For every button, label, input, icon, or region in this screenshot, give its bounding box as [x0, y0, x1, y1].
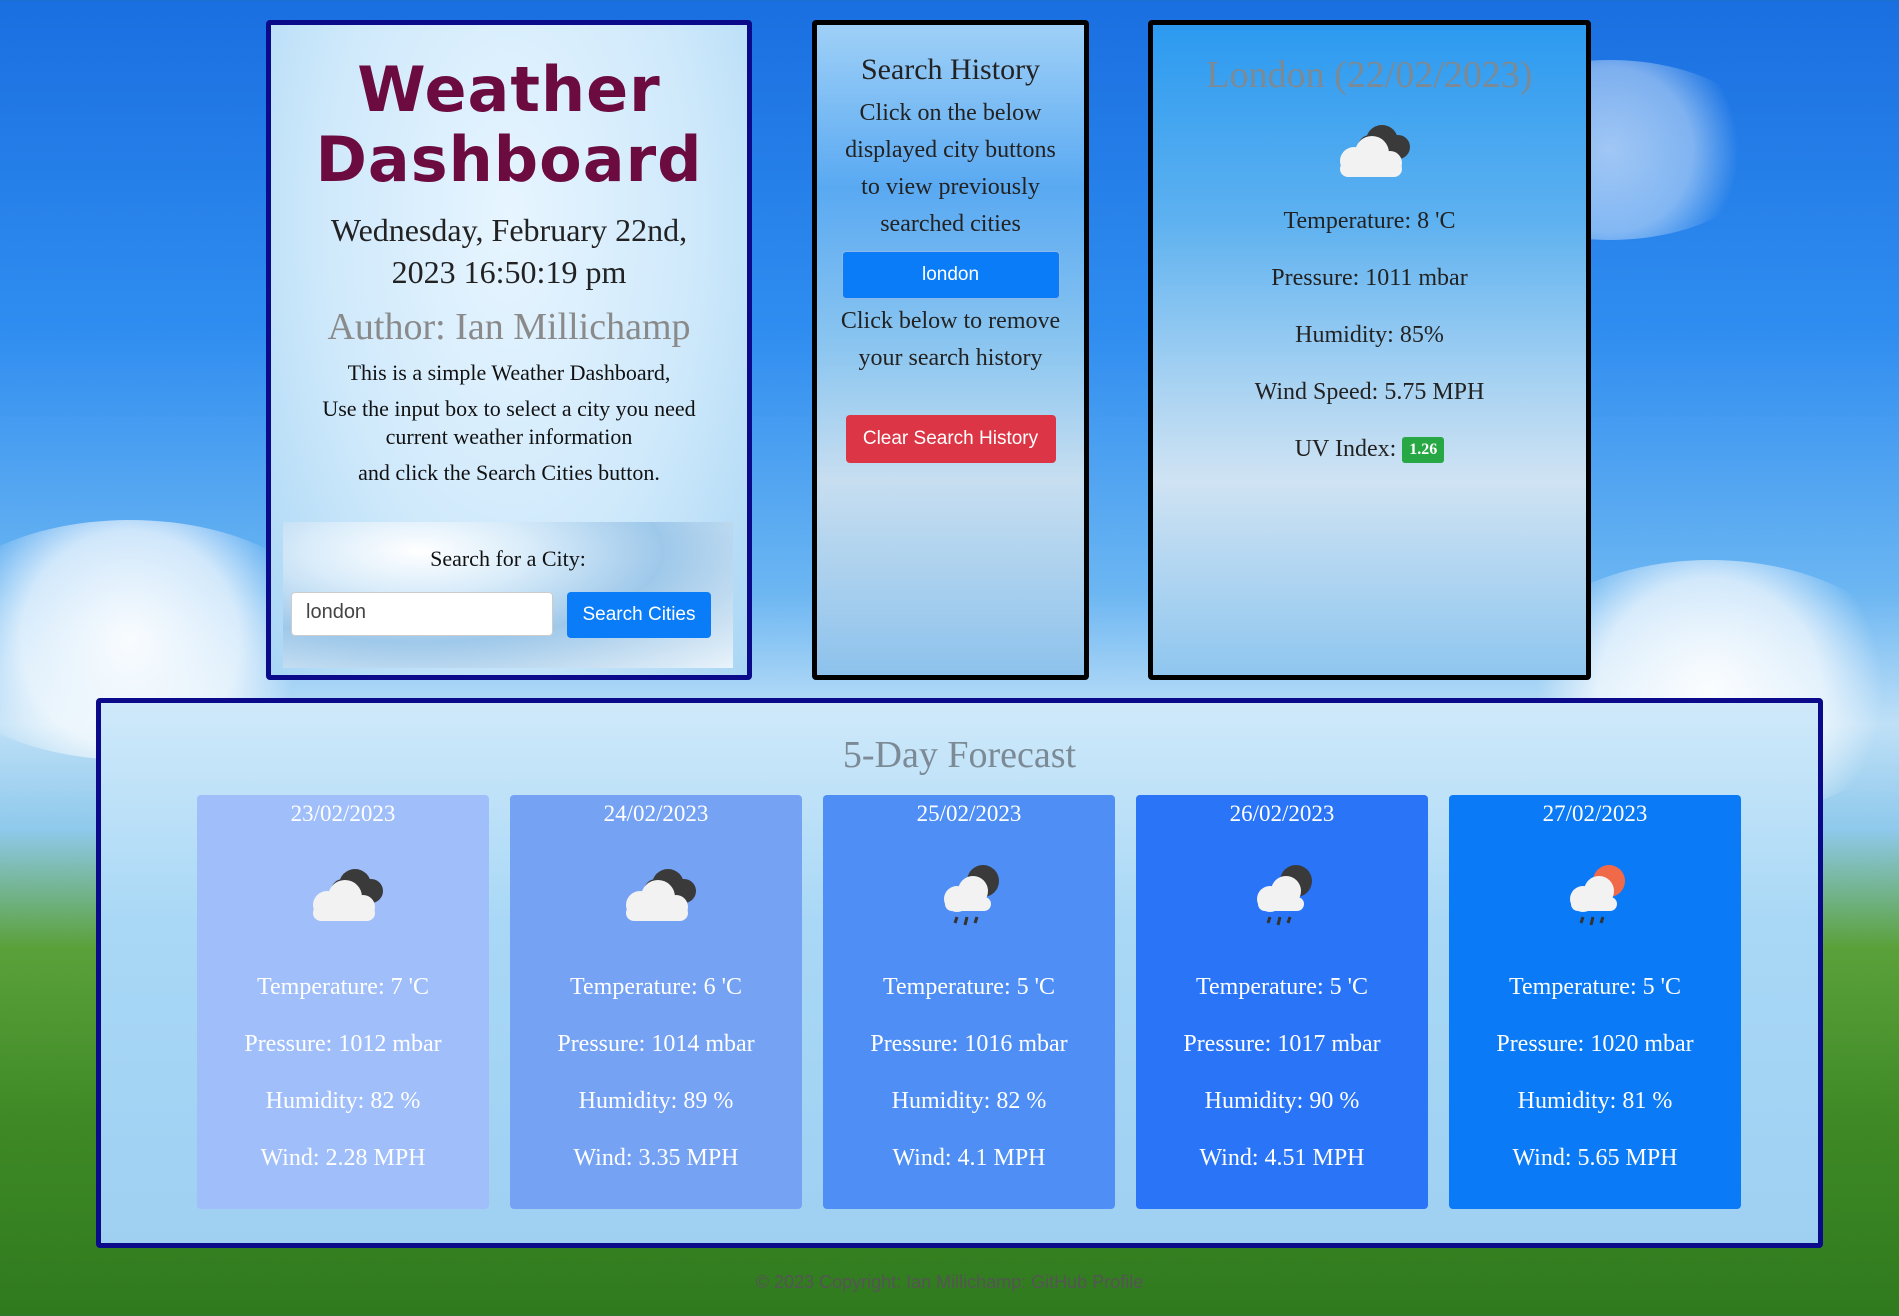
history-city-button[interactable]: london	[841, 251, 1060, 299]
forecast-temperature: Temperature: 5 'C	[1509, 974, 1681, 1000]
forecast-card: 25/02/2023 Temperature: 5 'C Pressure: 1…	[823, 795, 1115, 1209]
uv-badge: 1.26	[1402, 437, 1445, 464]
description-2: Use the input box to select a city you n…	[322, 396, 696, 449]
forecast-humidity: Humidity: 81 %	[1517, 1088, 1673, 1114]
forecast-cards: 23/02/2023 Temperature: 7 'C Pressure: 1…	[197, 795, 1741, 1209]
history-remove-text: Click below to remove your search histor…	[840, 308, 1061, 371]
overcast-clouds-icon	[197, 855, 489, 945]
current-city-title: London (22/02/2023)	[1206, 54, 1533, 96]
date-line-1: Wednesday, February 22nd,	[330, 212, 688, 248]
forecast-wind: Wind: 2.28 MPH	[260, 1145, 426, 1171]
current-pressure: Pressure: 1011 mbar	[1271, 265, 1468, 291]
forecast-date: 27/02/2023	[1542, 801, 1648, 826]
description-3: and click the Search Cities button.	[358, 460, 660, 485]
forecast-card: 26/02/2023 Temperature: 5 'C Pressure: 1…	[1136, 795, 1428, 1209]
forecast-temperature: Temperature: 6 'C	[570, 974, 742, 1000]
uv-label: UV Index:	[1294, 436, 1397, 462]
search-form: Search for a City: london Search Cities	[283, 522, 733, 668]
search-label: Search for a City:	[430, 546, 586, 571]
forecast-humidity: Humidity: 89 %	[578, 1088, 734, 1114]
current-humidity: Humidity: 85%	[1295, 322, 1444, 348]
description-1: This is a simple Weather Dashboard,	[347, 360, 671, 385]
forecast-humidity: Humidity: 90 %	[1204, 1088, 1360, 1114]
current-datetime: Wednesday, February 22nd, 2023 16:50:19 …	[271, 209, 747, 293]
forecast-date: 26/02/2023	[1229, 801, 1335, 826]
current-weather-panel: London (22/02/2023) Temperature: 8 'C Pr…	[1148, 20, 1591, 680]
date-line-2: 2023 16:50:19 pm	[391, 254, 627, 290]
overcast-clouds-icon	[1153, 111, 1586, 191]
forecast-card: 23/02/2023 Temperature: 7 'C Pressure: 1…	[197, 795, 489, 1209]
forecast-pressure: Pressure: 1016 mbar	[870, 1031, 1068, 1057]
search-button[interactable]: Search Cities	[567, 592, 711, 638]
forecast-panel: 5-Day Forecast 23/02/2023 Temperature: 7…	[96, 698, 1823, 1248]
forecast-date: 25/02/2023	[916, 801, 1022, 826]
forecast-wind: Wind: 4.51 MPH	[1199, 1145, 1365, 1171]
forecast-pressure: Pressure: 1012 mbar	[244, 1031, 442, 1057]
current-temperature: Temperature: 8 'C	[1283, 208, 1456, 234]
search-input[interactable]: london	[291, 592, 553, 636]
rain-sun-icon	[1449, 855, 1741, 945]
forecast-wind: Wind: 3.35 MPH	[573, 1145, 739, 1171]
forecast-title: 5-Day Forecast	[842, 734, 1077, 776]
page-title: Weather Dashboard	[271, 55, 747, 195]
forecast-wind: Wind: 4.1 MPH	[892, 1145, 1046, 1171]
forecast-temperature: Temperature: 5 'C	[883, 974, 1055, 1000]
title-line-1: Weather	[357, 53, 661, 126]
history-instructions: Click on the below displayed city button…	[845, 100, 1056, 237]
rain-night-icon	[1136, 855, 1428, 945]
overcast-clouds-icon	[510, 855, 802, 945]
forecast-pressure: Pressure: 1014 mbar	[557, 1031, 755, 1057]
forecast-temperature: Temperature: 7 'C	[257, 974, 429, 1000]
author: Author: Ian Millichamp	[327, 306, 691, 348]
forecast-pressure: Pressure: 1017 mbar	[1183, 1031, 1381, 1057]
forecast-humidity: Humidity: 82 %	[265, 1088, 421, 1114]
forecast-wind: Wind: 5.65 MPH	[1512, 1145, 1678, 1171]
current-wind: Wind Speed: 5.75 MPH	[1254, 379, 1485, 405]
clear-history-button[interactable]: Clear Search History	[845, 415, 1056, 463]
forecast-date: 23/02/2023	[290, 801, 396, 826]
search-history-panel: Search History Click on the below displa…	[812, 20, 1089, 680]
forecast-date: 24/02/2023	[603, 801, 709, 826]
footer-copyright[interactable]: © 2023 Copyright: Ian Millichamp: GitHub…	[0, 1272, 1899, 1293]
forecast-card: 27/02/2023 Temperature: 5 'C Pressure: 1…	[1449, 795, 1741, 1209]
forecast-pressure: Pressure: 1020 mbar	[1496, 1031, 1694, 1057]
forecast-humidity: Humidity: 82 %	[891, 1088, 1047, 1114]
history-title: Search History	[860, 53, 1041, 86]
rain-night-icon	[823, 855, 1115, 945]
intro-panel: Weather Dashboard Wednesday, February 22…	[266, 20, 752, 680]
forecast-card: 24/02/2023 Temperature: 6 'C Pressure: 1…	[510, 795, 802, 1209]
forecast-temperature: Temperature: 5 'C	[1196, 974, 1368, 1000]
current-uv: UV Index: 1.26	[1153, 421, 1586, 478]
title-line-2: Dashboard	[315, 123, 703, 196]
